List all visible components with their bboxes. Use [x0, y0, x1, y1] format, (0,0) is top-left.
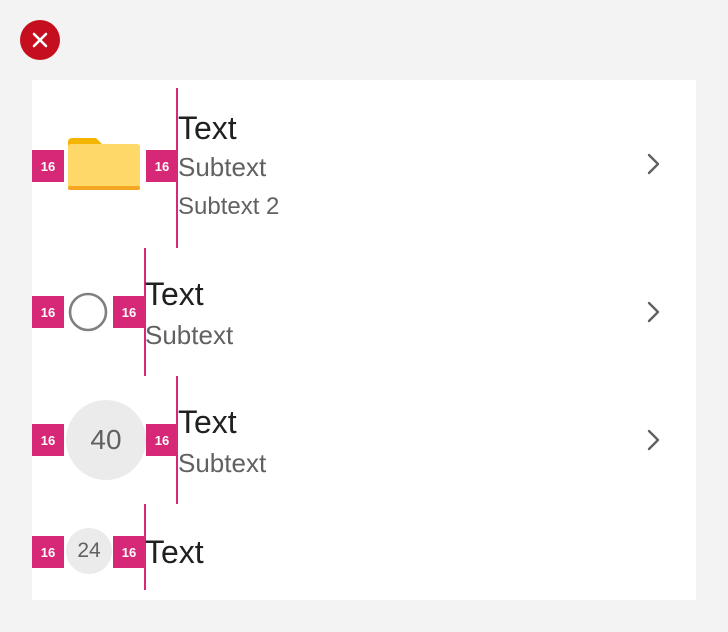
avatar: 40 [66, 400, 146, 480]
list-card: 16 16 Text Subtext Subtext 2 16 16 Text … [32, 80, 696, 600]
list-item[interactable]: 16 40 16 Text Subtext [32, 376, 696, 504]
content-start-guide [176, 376, 178, 504]
list-item-title: Text [145, 534, 204, 570]
chevron-right-icon[interactable] [646, 152, 662, 176]
list-item[interactable]: 16 24 16 Text [32, 504, 696, 590]
list-item-subtitle-2: Subtext 2 [178, 193, 280, 220]
dismiss-icon [32, 32, 48, 48]
avatar: 24 [66, 528, 112, 574]
list-item[interactable]: 16 16 Text Subtext [32, 248, 696, 376]
spacing-badge-left: 16 [32, 150, 64, 182]
spacing-badge-left: 16 [32, 296, 64, 328]
circle-outline-icon [68, 292, 108, 332]
chevron-right-icon[interactable] [646, 300, 662, 324]
list-item-subtitle: Subtext [178, 448, 267, 478]
spacing-badge-left: 16 [32, 424, 64, 456]
spacing-badge-left: 16 [32, 536, 64, 568]
spacing-badge-right: 16 [113, 296, 145, 328]
chevron-right-icon[interactable] [646, 428, 662, 452]
close-button[interactable] [20, 20, 60, 60]
spacing-badge-right: 16 [146, 424, 178, 456]
list-item-subtitle: Subtext [145, 320, 234, 350]
content-start-guide [144, 248, 146, 376]
list-item[interactable]: 16 16 Text Subtext Subtext 2 [32, 88, 696, 248]
list-item-title: Text [145, 276, 204, 312]
list-item-subtitle: Subtext [178, 152, 267, 182]
list-item-title: Text [178, 404, 237, 440]
spacing-badge-right: 16 [113, 536, 145, 568]
spacing-badge-right: 16 [146, 150, 178, 182]
list-item-title: Text [178, 110, 237, 146]
folder-icon [68, 138, 140, 190]
